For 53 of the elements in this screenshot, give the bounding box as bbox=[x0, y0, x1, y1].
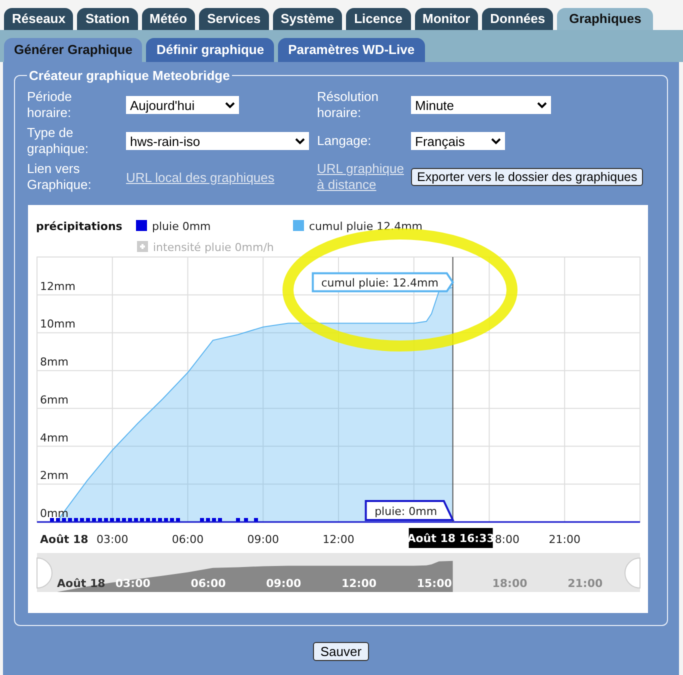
chevron-icon bbox=[491, 138, 501, 144]
tooltip: cumul pluie: 12.4mm bbox=[312, 272, 454, 292]
navigator-label: 06:00 bbox=[190, 577, 226, 590]
nav-tab[interactable]: Données bbox=[482, 8, 554, 30]
dropdown[interactable]: Aujourd'hui bbox=[126, 96, 239, 114]
navigator-drawing[interactable] bbox=[36, 553, 640, 592]
axis-label: 12:00 bbox=[322, 533, 354, 546]
navigator-label: 18:00 bbox=[492, 577, 528, 590]
axis-label: 09:00 bbox=[247, 533, 279, 546]
chevron-icon bbox=[295, 138, 305, 144]
dropdown[interactable]: Français bbox=[411, 132, 505, 150]
field-label: Lien vers Graphique: bbox=[27, 161, 92, 193]
legend-title: précipitations bbox=[36, 220, 122, 233]
nav-tab[interactable]: Station bbox=[77, 8, 138, 30]
navigator-label: Août 18 bbox=[57, 577, 106, 590]
export-button[interactable]: Exporter vers le dossier des graphiques bbox=[411, 168, 644, 186]
axis-label: 6mm bbox=[40, 393, 68, 406]
field-label: Type de graphique: bbox=[27, 125, 90, 157]
nav-tab[interactable]: Réseaux bbox=[4, 8, 74, 30]
nav-tab[interactable]: Licence bbox=[346, 8, 411, 30]
field-label: Langage: bbox=[317, 133, 372, 149]
nav-tab[interactable]: Météo bbox=[142, 8, 196, 30]
panel-title: Créateur graphique Meteobridge bbox=[28, 68, 231, 83]
field-label: Résolution horaire: bbox=[317, 89, 380, 121]
axis-label: 03:00 bbox=[96, 533, 128, 546]
dropdown[interactable]: Minute bbox=[411, 96, 551, 114]
axis-label: 21:00 bbox=[548, 533, 580, 546]
sub-tab[interactable]: Définir graphique bbox=[146, 38, 274, 62]
axis-label: 06:00 bbox=[172, 533, 204, 546]
save-button[interactable]: Sauver bbox=[313, 642, 369, 661]
date-label: Août 18 bbox=[40, 533, 88, 546]
tooltip: pluie: 0mm bbox=[364, 500, 454, 521]
nav-tab[interactable]: Services bbox=[199, 8, 269, 30]
chevron-icon bbox=[225, 102, 235, 108]
axis-label: 10mm bbox=[40, 318, 76, 331]
navigator-label: 09:00 bbox=[266, 577, 302, 590]
legend-item[interactable]: pluie 0mm bbox=[136, 220, 211, 233]
nav-tab[interactable]: Graphiques bbox=[557, 8, 654, 30]
chevron-icon bbox=[537, 102, 547, 108]
axis-label: 8:00 bbox=[494, 533, 520, 546]
nav-tab[interactable]: Monitor bbox=[414, 8, 478, 30]
axis-label: 8mm bbox=[40, 356, 68, 369]
axis-label: 4mm bbox=[40, 431, 68, 444]
nav-tab[interactable]: Système bbox=[272, 8, 342, 30]
axis-label: 12mm bbox=[40, 280, 76, 293]
navigator-label: 15:00 bbox=[416, 577, 452, 590]
axis-label: 2mm bbox=[40, 469, 68, 482]
navigator-label: 21:00 bbox=[568, 577, 603, 590]
navigator-label: 12:00 bbox=[342, 577, 377, 590]
dropdown[interactable]: hws-rain-iso bbox=[126, 132, 309, 150]
sub-tab[interactable]: Générer Graphique bbox=[4, 38, 142, 62]
field-label: Période horaire: bbox=[27, 89, 73, 121]
sub-tab[interactable]: Paramètres WD-Live bbox=[278, 38, 425, 62]
